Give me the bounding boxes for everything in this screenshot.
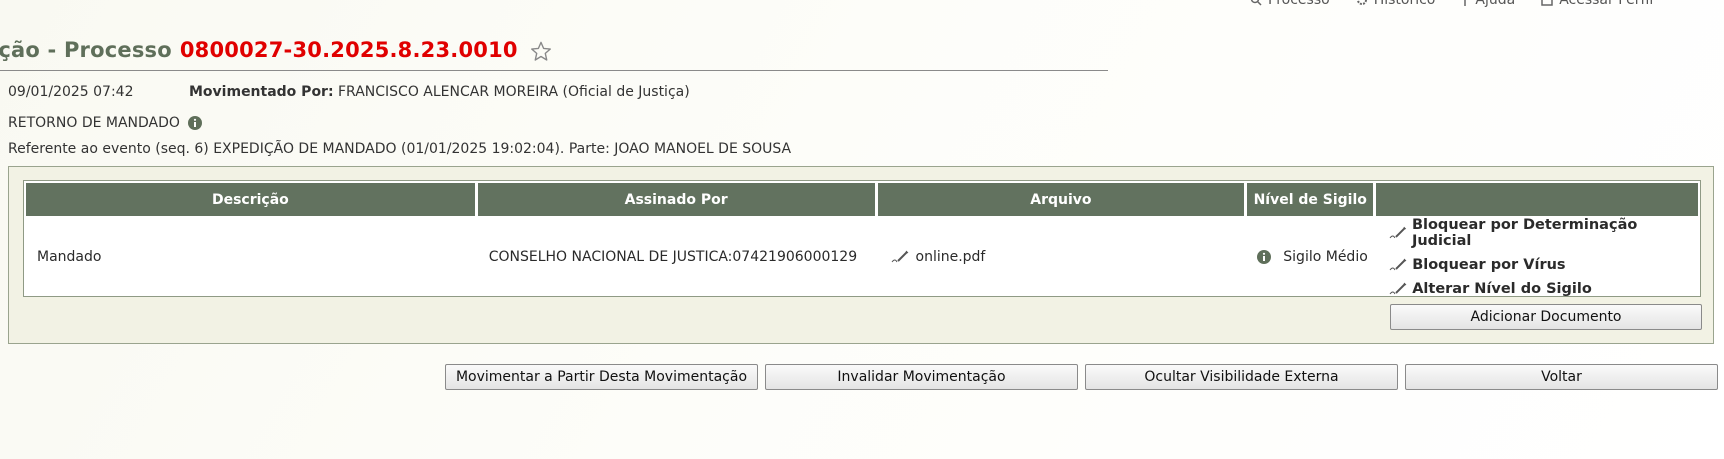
- nav-processo-label: Processo: [1268, 0, 1330, 8]
- block-judicial-label: Bloquear por Determinação Judicial: [1411, 217, 1638, 249]
- moved-by-value: FRANCISCO ALENCAR MOREIRA (Oficial de Ju…: [338, 84, 690, 100]
- nav-historico-label: Histórico: [1373, 0, 1436, 8]
- cell-arquivo: online.pdf: [878, 216, 1245, 298]
- top-navigation: Processo Histórico Ajuda Acessar Perfil: [1250, 0, 1653, 9]
- search-icon: [1250, 0, 1262, 6]
- header-descricao: Descrição: [26, 183, 475, 216]
- process-number: 0800027-30.2025.8.23.0010: [179, 38, 518, 62]
- cell-actions: Bloquear por Determinação Judicial Bloqu…: [1376, 216, 1698, 298]
- signature-pen-icon: [1389, 258, 1407, 271]
- movement-reference: Referente ao evento (seq. 6) EXPEDIÇÃO D…: [8, 141, 792, 157]
- movimentar-button[interactable]: Movimentar a Partir Desta Movimentação: [445, 364, 758, 390]
- block-virus-label: Bloquear por Vírus: [1412, 257, 1566, 273]
- table-header: Descrição Assinado Por Arquivo Nível de …: [24, 181, 1700, 216]
- page-title-bar: ação - Processo 0800027-30.2025.8.23.0010: [0, 38, 1108, 71]
- header-assinado-por: Assinado Por: [477, 183, 875, 216]
- voltar-button[interactable]: Voltar: [1405, 364, 1718, 390]
- nav-ajuda[interactable]: Ajuda: [1461, 0, 1515, 9]
- change-sigilo-label: Alterar Nível do Sigilo: [1412, 281, 1592, 297]
- page-title: ação - Processo 0800027-30.2025.8.23.0010: [0, 38, 518, 62]
- moved-by-label: Movimentado Por:: [189, 84, 334, 100]
- signature-pen-icon: [891, 250, 908, 263]
- header-arquivo: Arquivo: [877, 183, 1245, 216]
- header-actions: [1376, 183, 1699, 216]
- invalidar-button[interactable]: Invalidar Movimentação: [765, 364, 1078, 390]
- block-virus-action[interactable]: Bloquear por Vírus: [1388, 257, 1566, 273]
- sigilo-level: Sigilo Médio: [1283, 249, 1368, 265]
- favorite-star-icon[interactable]: [530, 41, 552, 62]
- cell-descricao: Mandado: [37, 249, 102, 265]
- help-icon: [1464, 0, 1467, 6]
- change-sigilo-action[interactable]: Alterar Nível do Sigilo: [1388, 281, 1592, 297]
- cell-assinado-por: CONSELHO NACIONAL DE JUSTICA:07421906000…: [488, 249, 858, 265]
- header-nivel-sigilo: Nível de Sigilo: [1247, 183, 1374, 216]
- nav-ajuda-label: Ajuda: [1475, 0, 1516, 8]
- add-document-button[interactable]: Adicionar Documento: [1390, 304, 1702, 330]
- block-judicial-action[interactable]: Bloquear por Determinação Judicial: [1388, 217, 1698, 249]
- page-title-prefix: ação - Processo: [0, 38, 172, 62]
- ocultar-visibilidade-button[interactable]: Ocultar Visibilidade Externa: [1085, 364, 1398, 390]
- file-link[interactable]: online.pdf: [916, 249, 986, 265]
- nav-perfil[interactable]: Acessar Perfil: [1541, 0, 1653, 9]
- nav-perfil-label: Acessar Perfil: [1559, 0, 1654, 8]
- table-row: Mandado CONSELHO NACIONAL DE JUSTICA:074…: [24, 216, 1700, 298]
- documents-table: Descrição Assinado Por Arquivo Nível de …: [23, 180, 1701, 297]
- nav-historico[interactable]: Histórico: [1356, 0, 1436, 9]
- nav-processo[interactable]: Processo: [1250, 0, 1330, 9]
- user-icon: [1541, 0, 1553, 6]
- signature-pen-icon: [1389, 226, 1407, 239]
- movement-type: RETORNO DE MANDADO: [8, 115, 202, 131]
- info-icon[interactable]: [1257, 250, 1272, 264]
- movement-date: 09/01/2025 07:42: [8, 84, 134, 100]
- movement-type-label: RETORNO DE MANDADO: [8, 115, 180, 131]
- cell-sigilo: Sigilo Médio: [1247, 216, 1373, 298]
- signature-pen-icon: [1389, 282, 1407, 295]
- info-icon[interactable]: [187, 116, 202, 130]
- gear-icon: [1356, 0, 1367, 5]
